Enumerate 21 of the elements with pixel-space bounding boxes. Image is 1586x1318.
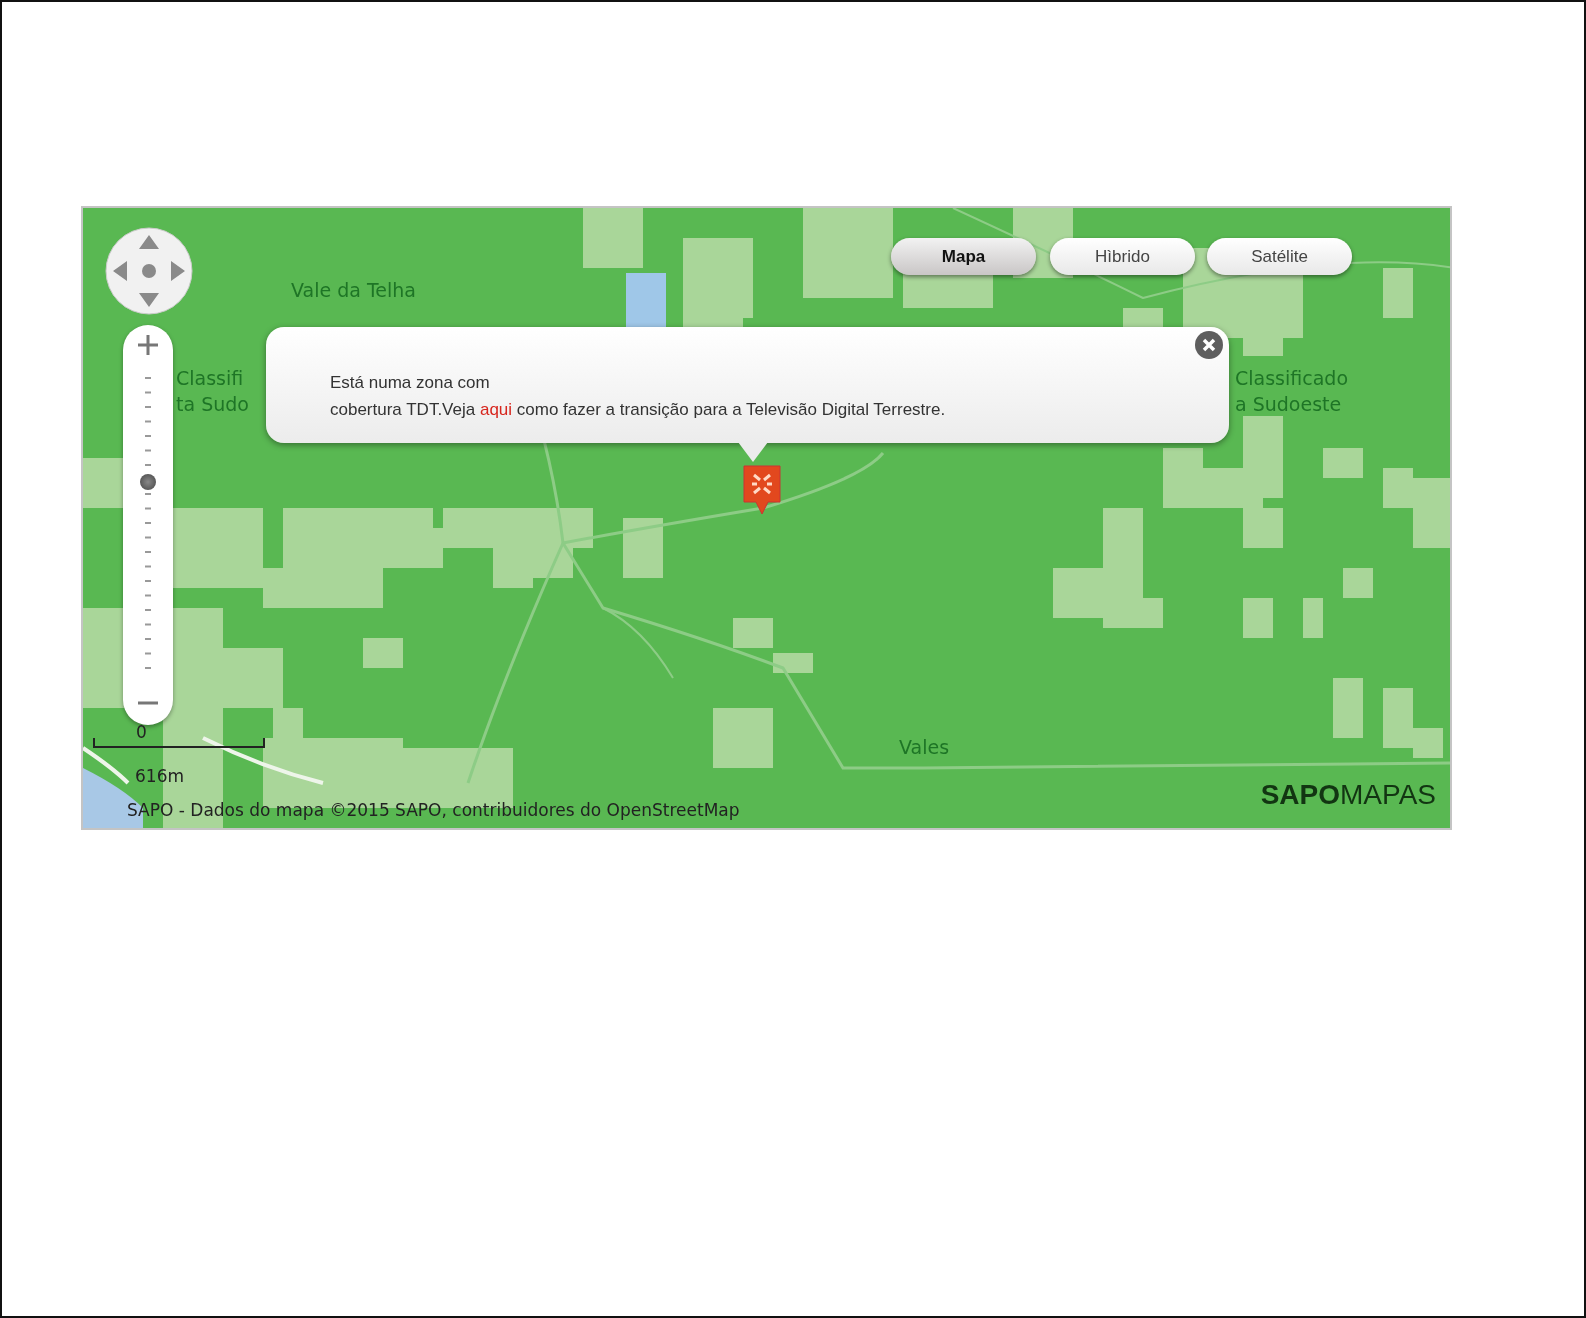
map-type-tab[interactable]: Satélite [1207,238,1352,275]
popup-message: Está numa zona com cobertura TDT.Veja aqui como fazer a transição para a Televisão Digital Terrestre. [330,372,946,421]
place-label: Classificado [1235,366,1348,391]
map-type-tab[interactable]: Hìbrido [1050,238,1195,275]
marker-pin-icon[interactable] [741,464,783,516]
pan-control[interactable] [103,225,195,317]
scale-label: 616m [135,765,184,788]
popup-pointer [738,442,768,462]
place-label: Vale da Telha [291,278,416,303]
map-attribution: SAPO - Dados do mapa ©2015 SAPO, contribuidores do OpenStreetMap [127,799,740,822]
zoom-slider[interactable] [123,325,173,725]
place-label: Vales [899,735,950,760]
popup-link[interactable]: aqui [479,400,513,419]
close-icon[interactable] [1195,331,1223,359]
map-type-tab[interactable]: Mapa [891,238,1036,275]
scale-label: 0 [136,721,147,744]
place-label: Classifi [176,366,244,391]
map-logo: SAPOMAPAS [1260,778,1436,812]
place-label: a Sudoeste [1235,392,1342,417]
zoom-slider-thumb[interactable] [140,474,156,491]
place-label: ta Sudo [176,392,249,417]
